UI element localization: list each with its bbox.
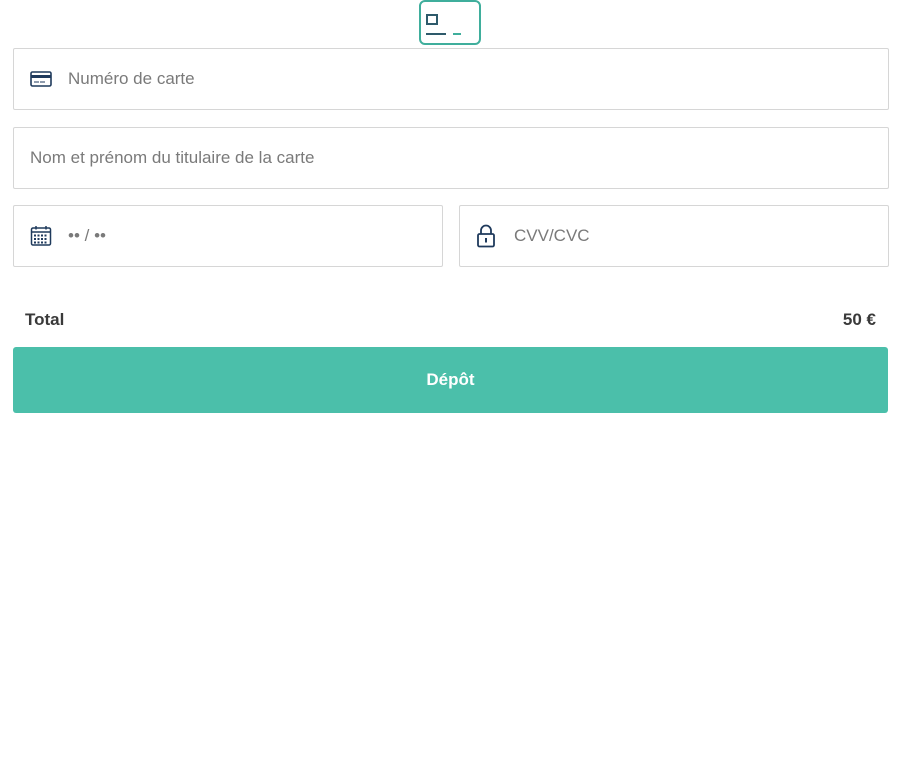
deposit-button[interactable]: Dépôt	[13, 347, 888, 413]
card-icon	[419, 0, 481, 45]
expiry-field[interactable]	[13, 205, 443, 267]
total-row: Total 50 €	[25, 307, 876, 333]
lock-icon	[476, 224, 496, 248]
card-number-field[interactable]	[13, 48, 889, 110]
calendar-icon	[30, 225, 52, 247]
cvv-input[interactable]	[514, 206, 878, 266]
card-holder-input[interactable]	[30, 128, 878, 188]
total-value: 50 €	[842, 310, 876, 329]
expiry-input[interactable]	[68, 206, 432, 266]
card-holder-field[interactable]	[13, 127, 889, 189]
total-label: Total	[25, 310, 65, 329]
cvv-field[interactable]	[459, 205, 889, 267]
card-number-input[interactable]	[68, 49, 878, 109]
credit-card-icon	[30, 71, 52, 87]
payment-form-page: Total 50 € Dépôt	[0, 0, 900, 781]
